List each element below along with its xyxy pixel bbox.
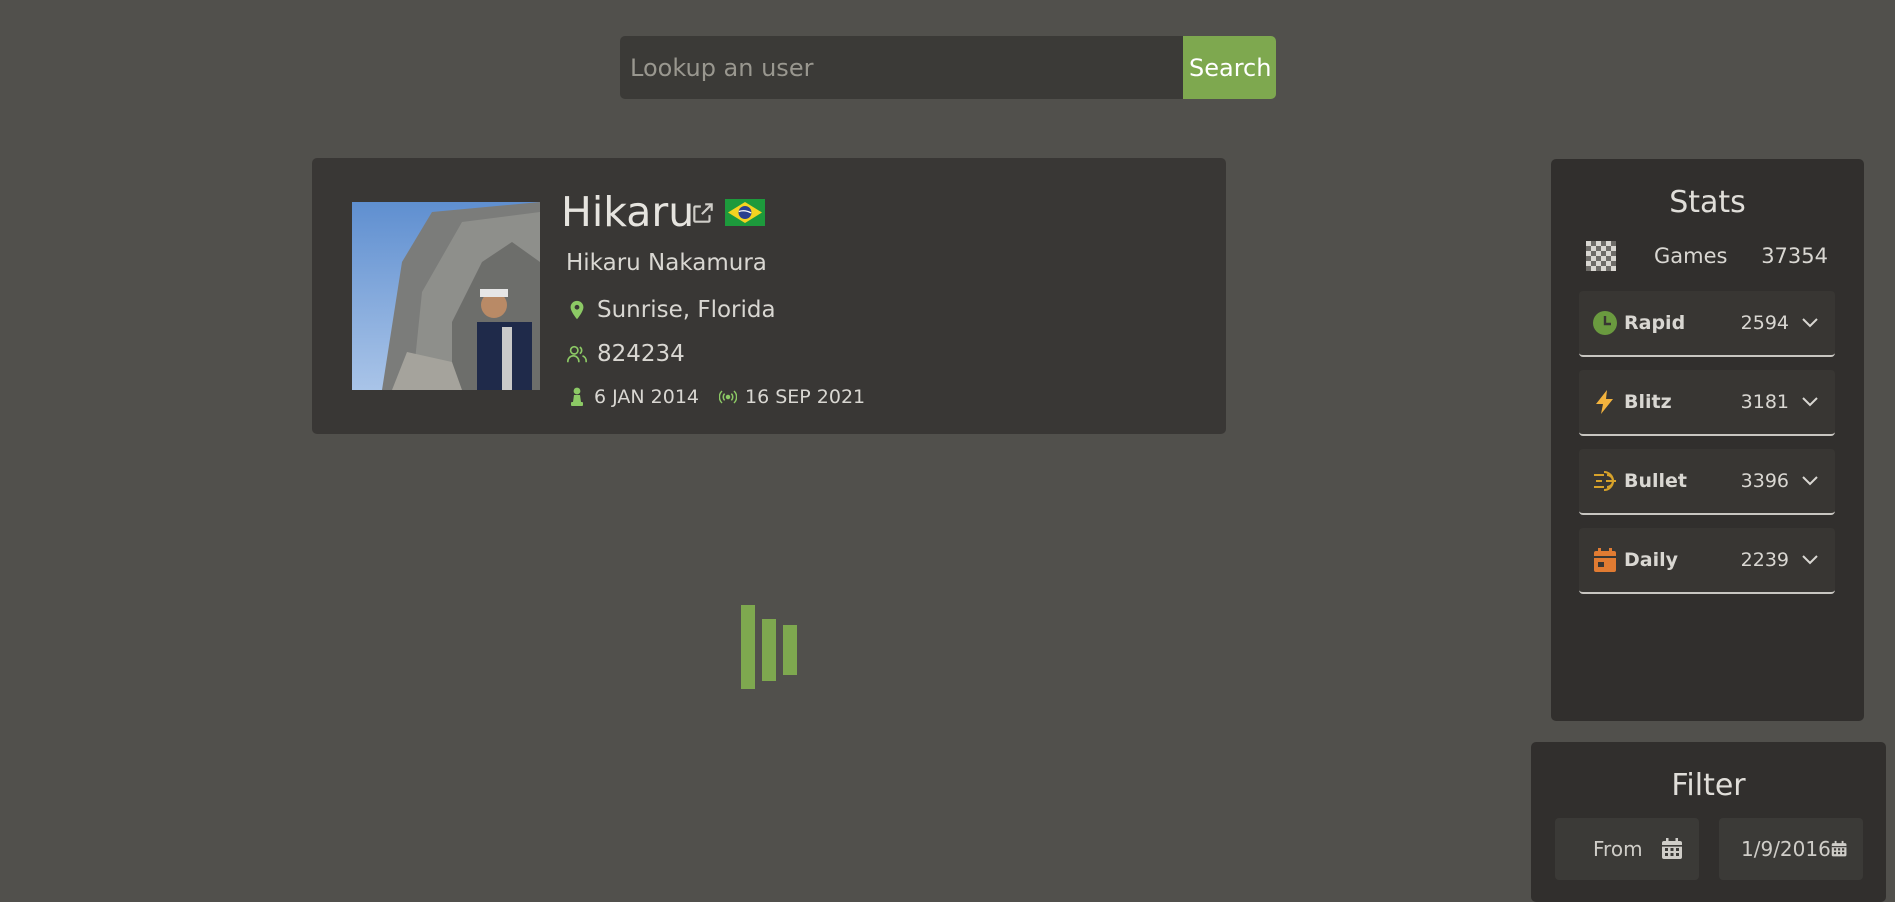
rating-row-daily[interactable]: Daily 2239 xyxy=(1579,528,1835,594)
search-bar: Search xyxy=(620,36,1276,99)
location-text: Sunrise, Florida xyxy=(597,297,776,323)
calendar-icon xyxy=(1594,548,1616,572)
rating-row-rapid[interactable]: Rapid 2594 xyxy=(1579,291,1835,357)
full-name: Hikaru Nakamura xyxy=(566,250,767,276)
joined-date: 6 JAN 2014 xyxy=(594,386,700,408)
games-count: 37354 xyxy=(1761,244,1828,268)
pawn-icon xyxy=(571,387,583,406)
brazil-flag-icon xyxy=(725,199,765,226)
users-icon xyxy=(567,345,587,363)
rating-label: Rapid xyxy=(1624,312,1686,334)
followers-row: 824234 xyxy=(566,338,685,370)
calendar-icon[interactable] xyxy=(1661,838,1683,860)
chessboard-icon xyxy=(1586,241,1616,271)
rating-label: Blitz xyxy=(1624,391,1672,413)
chevron-down-icon xyxy=(1802,476,1818,486)
bullet-icon xyxy=(1594,471,1616,491)
online-signal-icon xyxy=(719,390,738,404)
username[interactable]: Hikaru xyxy=(561,188,694,236)
lightning-icon xyxy=(1596,390,1613,414)
stats-panel: Stats Games 37354 Rapid 2594 Blitz 3181 xyxy=(1551,159,1864,721)
rating-value: 2594 xyxy=(1740,312,1789,334)
profile-card: Hikaru Hikaru Nakamura Sunrise, Florida … xyxy=(312,158,1226,434)
filter-panel: Filter From 1/9/2016 xyxy=(1531,742,1886,902)
search-button[interactable]: Search xyxy=(1183,36,1276,99)
dates-row: 6 JAN 2014 16 SEP 2021 xyxy=(568,382,865,412)
map-pin-icon xyxy=(570,300,584,320)
rating-value: 3181 xyxy=(1740,391,1789,413)
games-label: Games xyxy=(1654,244,1728,268)
loading-spinner-icon xyxy=(741,605,797,689)
clock-icon xyxy=(1593,311,1617,335)
location-row: Sunrise, Florida xyxy=(566,294,776,326)
calendar-icon[interactable] xyxy=(1831,838,1847,860)
to-date-field[interactable]: 1/9/2016 xyxy=(1719,818,1863,880)
rating-value: 3396 xyxy=(1740,470,1789,492)
search-input[interactable] xyxy=(620,36,1183,99)
chevron-down-icon xyxy=(1802,397,1818,407)
from-date-field[interactable]: From xyxy=(1555,818,1699,880)
chevron-down-icon xyxy=(1802,555,1818,565)
rating-row-blitz[interactable]: Blitz 3181 xyxy=(1579,370,1835,436)
followers-count: 824234 xyxy=(597,341,685,367)
stats-title: Stats xyxy=(1669,185,1746,220)
rating-value: 2239 xyxy=(1740,549,1789,571)
rating-row-bullet[interactable]: Bullet 3396 xyxy=(1579,449,1835,515)
rating-label: Bullet xyxy=(1624,470,1688,492)
to-date-value: 1/9/2016 xyxy=(1741,837,1831,861)
from-date-value: From xyxy=(1593,837,1643,861)
filter-title: Filter xyxy=(1671,768,1746,803)
chevron-down-icon xyxy=(1802,318,1818,328)
rating-label: Daily xyxy=(1624,549,1679,571)
avatar xyxy=(352,202,540,390)
external-link-icon[interactable] xyxy=(690,200,716,226)
last-online-date: 16 SEP 2021 xyxy=(745,386,866,408)
